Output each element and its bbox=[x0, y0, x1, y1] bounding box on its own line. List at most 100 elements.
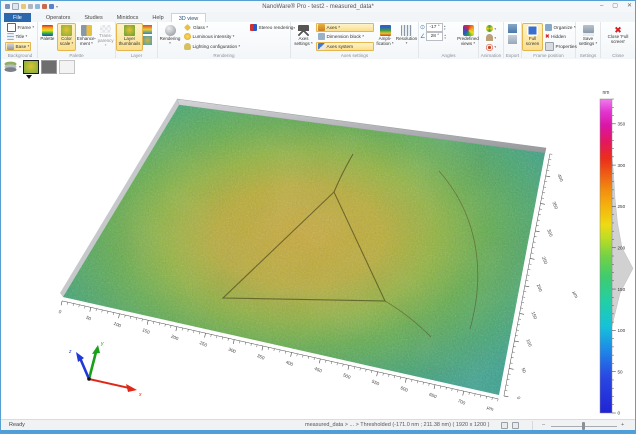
color-scale-button[interactable]: Color scale * bbox=[57, 23, 77, 51]
layer-palette-icon[interactable] bbox=[143, 25, 152, 34]
dimension-block-button[interactable]: Dimension block * bbox=[316, 32, 374, 41]
spinner-arrows-icon[interactable]: ▴▾ bbox=[444, 25, 446, 31]
animation-flower-icon bbox=[486, 25, 493, 32]
status-separator bbox=[532, 421, 533, 430]
luminous-intensity-button[interactable]: Luminous intensity * bbox=[182, 32, 248, 41]
predefined-views-icon bbox=[463, 25, 474, 36]
svg-text:0: 0 bbox=[516, 396, 522, 401]
layer-thumbnail-gray[interactable] bbox=[41, 60, 57, 74]
layer-stack-dropdown-icon[interactable]: ▾ bbox=[19, 60, 21, 73]
glass-button[interactable]: Glass * bbox=[182, 23, 248, 32]
animation-flower-button[interactable]: ▾ bbox=[484, 24, 498, 33]
frame-icon bbox=[7, 23, 16, 32]
properties-icon bbox=[545, 42, 554, 51]
properties-button[interactable]: Properties bbox=[543, 42, 574, 51]
base-button[interactable]: Base * bbox=[5, 42, 31, 51]
tab-help[interactable]: Help bbox=[145, 13, 170, 22]
group-animation: ▾ ▾ ▾ Animation bbox=[479, 22, 504, 58]
rendering-button[interactable]: Rendering▾ bbox=[158, 23, 182, 51]
axes-button[interactable]: Axes * bbox=[316, 23, 374, 32]
spinner-arrows-icon[interactable]: ▴▾ bbox=[444, 34, 446, 40]
group-palette: Palette Color scale * Enhance-ment * Tra… bbox=[38, 22, 116, 58]
minimize-button[interactable]: – bbox=[600, 1, 603, 12]
title-button[interactable]: Title * bbox=[5, 32, 29, 41]
svg-text:650: 650 bbox=[428, 392, 437, 400]
svg-text:400: 400 bbox=[285, 359, 294, 367]
status-ready: Ready bbox=[9, 422, 25, 428]
open-folder-icon[interactable] bbox=[21, 4, 26, 9]
window-frame-bottom bbox=[1, 430, 635, 433]
tab-minidocs[interactable]: Minidocs bbox=[110, 13, 146, 22]
tab-operators[interactable]: Operators bbox=[39, 13, 77, 22]
organize-button[interactable]: Organize * bbox=[543, 23, 574, 32]
ribbon: Frame * Title * Base * Background Palett… bbox=[1, 22, 635, 60]
selected-layer-marker bbox=[26, 75, 32, 79]
hidden-button[interactable]: ✖Hidden bbox=[543, 32, 574, 41]
layer-stack-icon[interactable] bbox=[4, 60, 17, 73]
export-image-icon[interactable] bbox=[508, 24, 517, 33]
save-icon[interactable] bbox=[5, 4, 10, 9]
export-clipboard-icon[interactable] bbox=[508, 35, 517, 44]
close-button[interactable]: ✕ bbox=[627, 1, 632, 12]
maximize-button[interactable]: ▢ bbox=[612, 1, 618, 12]
svg-text:300: 300 bbox=[228, 347, 237, 355]
layer-thumbnails-button[interactable]: Layer thumbnails bbox=[116, 23, 143, 51]
axes-system-button[interactable]: Axes system bbox=[316, 42, 374, 51]
save-settings-button[interactable]: Save settings * bbox=[576, 23, 600, 51]
layer-thumbnail-color[interactable] bbox=[23, 60, 39, 74]
svg-text:100: 100 bbox=[525, 338, 533, 347]
new-document-icon[interactable] bbox=[12, 3, 19, 10]
svg-text:550: 550 bbox=[371, 379, 380, 387]
3d-viewport[interactable]: 0501001502002503003504004505005506006507… bbox=[1, 59, 636, 419]
predefined-views-button[interactable]: Predefined views * bbox=[458, 23, 478, 51]
color-scale-bar: 050100150200250300350 nm bbox=[600, 90, 633, 416]
title-icon bbox=[7, 33, 14, 40]
layer-thumbnail-white[interactable] bbox=[59, 60, 75, 74]
animation-target-button[interactable]: ▾ bbox=[484, 43, 498, 52]
amplification-button[interactable]: Ampli-fication * bbox=[374, 23, 396, 51]
height-histogram bbox=[612, 155, 633, 326]
axes-3d-icon bbox=[298, 25, 309, 36]
zoom-out-button[interactable]: – bbox=[542, 422, 545, 428]
enhancement-button[interactable]: Enhance-ment * bbox=[76, 23, 96, 51]
qat-dropdown-icon[interactable]: ▾ bbox=[56, 4, 60, 9]
svg-text:500: 500 bbox=[342, 372, 351, 380]
palette-button[interactable]: Palette bbox=[38, 23, 57, 51]
group-export: Export bbox=[504, 22, 522, 58]
svg-text:300: 300 bbox=[618, 163, 626, 168]
svg-text:0: 0 bbox=[618, 411, 621, 416]
angle-azimuth-spinner[interactable]: ⊙-17 °▴▾ bbox=[420, 23, 458, 32]
animation-character-icon bbox=[486, 34, 493, 41]
palette-qat-icon[interactable] bbox=[42, 4, 47, 9]
zoom-in-button[interactable]: + bbox=[621, 422, 624, 428]
resolution-button[interactable]: Resolution▾ bbox=[396, 23, 417, 51]
zoom-slider-thumb[interactable] bbox=[582, 422, 585, 430]
group-axes-settings: Axes settings * Axes * Dimension block *… bbox=[291, 22, 419, 58]
angle-elevation-spinner[interactable]: ∠28 °▴▾ bbox=[420, 32, 458, 41]
svg-text:µm: µm bbox=[571, 291, 578, 299]
axes-system-icon bbox=[318, 43, 325, 50]
lighting-configuration-button[interactable]: Lighting configuration * bbox=[182, 42, 248, 51]
tab-3d-view[interactable]: 3D view bbox=[171, 13, 207, 22]
3d-scene-canvas[interactable]: 0501001502002503003504004505005506006507… bbox=[1, 59, 636, 419]
stereo-rendering-button[interactable]: Stereo rendering▾ bbox=[248, 23, 290, 32]
triad-z-label: z bbox=[68, 349, 72, 355]
layer-mini-view-icon[interactable] bbox=[143, 36, 152, 45]
tab-file[interactable]: File bbox=[4, 13, 31, 22]
full-screen-button[interactable]: Full screen bbox=[522, 23, 543, 51]
transparency-button[interactable]: Trans-parency * bbox=[96, 23, 115, 51]
window-title: NanoWare® Pro - test2 - measured_data* bbox=[1, 4, 635, 10]
fit-view-icon[interactable] bbox=[512, 422, 519, 429]
frame-button[interactable]: Frame * bbox=[5, 23, 36, 32]
layers-qat-icon[interactable] bbox=[49, 4, 54, 9]
print-icon[interactable] bbox=[28, 4, 33, 9]
hidden-x-icon: ✖ bbox=[545, 34, 550, 40]
preview-icon[interactable] bbox=[35, 4, 40, 9]
color-scale-gradient[interactable] bbox=[600, 99, 612, 413]
animation-character-button[interactable]: ▾ bbox=[484, 33, 498, 42]
axes-settings-button[interactable]: Axes settings * bbox=[291, 23, 316, 51]
close-full-screen-button[interactable]: ✖Close 'Full screen' bbox=[603, 23, 633, 51]
tab-studies[interactable]: Studies bbox=[77, 13, 109, 22]
app-window: ▾ NanoWare® Pro - test2 - measured_data*… bbox=[0, 0, 636, 434]
zoom-tool-icon[interactable] bbox=[501, 422, 508, 429]
